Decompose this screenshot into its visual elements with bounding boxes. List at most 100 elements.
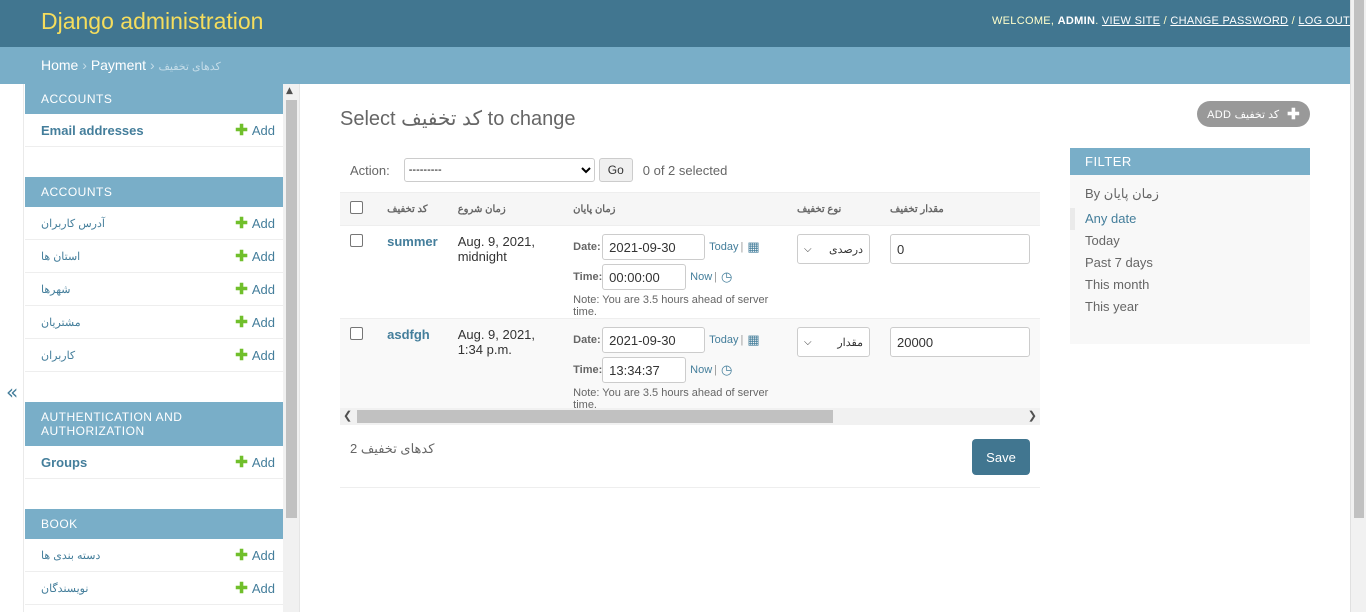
- column-header-type[interactable]: نوع تخفیف: [786, 192, 880, 226]
- model-link-customers[interactable]: مشتریان: [41, 316, 81, 329]
- time-input[interactable]: 13:34:37: [602, 357, 687, 383]
- selection-counter: 0 of 2 selected: [642, 162, 728, 178]
- site-branding[interactable]: Django administration: [41, 8, 263, 35]
- object-link[interactable]: summer: [387, 234, 438, 249]
- model-link-categories[interactable]: دسته بندی ها: [41, 549, 100, 562]
- calendar-icon[interactable]: ▦: [747, 239, 759, 255]
- column-header-amount[interactable]: مقدار تخفیف: [879, 192, 1040, 226]
- start-datetime: Aug. 9, 2021, midnight: [457, 234, 536, 264]
- object-link[interactable]: asdfgh: [387, 327, 430, 342]
- table-hscrollbar[interactable]: ❮ ❯: [340, 408, 1040, 425]
- column-header-start[interactable]: زمان شروع: [447, 192, 564, 226]
- breadcrumb-home[interactable]: Home: [41, 57, 78, 73]
- clock-icon[interactable]: ◷: [721, 269, 732, 285]
- scroll-up-icon[interactable]: ▲: [286, 86, 293, 96]
- nav-sidebar-toggle[interactable]: «: [0, 84, 24, 612]
- sidebar-scroll-thumb[interactable]: [286, 100, 297, 518]
- user-tools-sep: /: [1163, 15, 1167, 27]
- module-caption[interactable]: BOOK: [25, 509, 283, 539]
- add-link[interactable]: ✚ Add: [235, 453, 275, 471]
- now-link[interactable]: Now: [690, 271, 712, 283]
- sidebar-scrollbar[interactable]: ▲: [283, 84, 300, 612]
- add-label: Add: [251, 455, 275, 470]
- add-label: Add: [251, 348, 275, 363]
- date-input[interactable]: 2021-09-30: [602, 234, 706, 260]
- row-select-cell: [340, 225, 378, 319]
- now-link[interactable]: Now: [690, 364, 712, 376]
- action-select[interactable]: ---------: [403, 158, 595, 182]
- column-header-end[interactable]: زمان پایان: [563, 192, 787, 226]
- add-link[interactable]: ✚ Add: [235, 313, 275, 331]
- collapse-icon[interactable]: «: [6, 380, 18, 404]
- model-link-groups[interactable]: Groups: [41, 455, 87, 470]
- scroll-right-icon[interactable]: ❯: [1028, 409, 1037, 422]
- log-out-link[interactable]: LOG OUT: [1298, 15, 1350, 27]
- amount-input[interactable]: 0: [889, 234, 1030, 264]
- amount-cell: 0: [879, 225, 1040, 319]
- type-select[interactable]: مقدار ⌵: [796, 327, 870, 357]
- today-link[interactable]: Today: [709, 334, 738, 346]
- results-table: کد تخفیف زمان شروع زمان پایان نوع تخفیف …: [340, 192, 1040, 408]
- go-button[interactable]: Go: [598, 158, 633, 182]
- calendar-icon[interactable]: ▦: [747, 332, 759, 348]
- breadcrumb: Home › Payment › کدهای تخفیف: [0, 47, 1350, 84]
- model-row: شهرها ✚ Add: [25, 273, 283, 306]
- column-header-code[interactable]: کد تخفیف: [377, 192, 448, 226]
- amount-input[interactable]: 20000: [889, 327, 1030, 357]
- plus-icon: ✚: [1287, 106, 1300, 123]
- filter-option-any-date[interactable]: Any date: [1070, 208, 1310, 230]
- header: Django administration WELCOME, ADMIN. VI…: [0, 0, 1350, 47]
- add-object-button[interactable]: ADD کد تخفیف ✚: [1197, 101, 1310, 127]
- add-link[interactable]: ✚ Add: [235, 214, 275, 232]
- today-link[interactable]: Today: [709, 241, 738, 253]
- type-select[interactable]: درصدی ⌵: [796, 234, 870, 264]
- breadcrumb-current: کدهای تخفیف: [158, 61, 221, 73]
- page-scrollbar[interactable]: [1350, 0, 1366, 612]
- row-checkbox[interactable]: [350, 327, 363, 340]
- save-button[interactable]: Save: [972, 439, 1030, 475]
- add-link[interactable]: ✚ Add: [235, 280, 275, 298]
- chevron-down-icon: ⌵: [803, 243, 812, 255]
- nav-sidebar: ACCOUNTS Email addresses ✚ Add ACCOUNTS آ…: [25, 84, 283, 612]
- module-caption[interactable]: ACCOUNTS: [25, 177, 283, 207]
- model-link-cities[interactable]: شهرها: [41, 283, 71, 296]
- type-value: مقدار: [837, 336, 863, 349]
- page-scroll-thumb[interactable]: [1354, 0, 1364, 518]
- pipe-sep: |: [714, 364, 718, 376]
- add-link[interactable]: ✚ Add: [235, 247, 275, 265]
- add-link[interactable]: ✚ Add: [235, 546, 275, 564]
- add-label: Add: [251, 123, 275, 138]
- filter-option-this-year[interactable]: This year: [1070, 296, 1310, 318]
- filter-option-past-7-days[interactable]: Past 7 days: [1070, 252, 1310, 274]
- filter-title: FILTER: [1070, 148, 1310, 175]
- row-checkbox[interactable]: [350, 234, 363, 247]
- date-input[interactable]: 2021-09-30: [602, 327, 706, 353]
- plus-icon: ✚: [235, 215, 248, 232]
- time-input[interactable]: 00:00:00: [602, 264, 687, 290]
- add-link[interactable]: ✚ Add: [235, 346, 275, 364]
- breadcrumb-app[interactable]: Payment: [91, 57, 146, 73]
- add-label: Add: [251, 249, 275, 264]
- model-link-provinces[interactable]: استان ها: [41, 250, 80, 263]
- module-caption[interactable]: AUTHENTICATION AND AUTHORIZATION: [25, 402, 283, 446]
- filter-option-this-month[interactable]: This month: [1070, 274, 1310, 296]
- model-link-users[interactable]: کاربران: [41, 349, 75, 362]
- clock-icon[interactable]: ◷: [721, 362, 732, 378]
- add-link[interactable]: ✚ Add: [235, 121, 275, 139]
- module-caption[interactable]: ACCOUNTS: [25, 84, 283, 114]
- select-all-checkbox[interactable]: [350, 201, 363, 214]
- model-link-authors[interactable]: نویسندگان: [41, 582, 88, 595]
- scroll-left-icon[interactable]: ❮: [343, 409, 352, 422]
- amount-cell: 20000: [879, 318, 1040, 408]
- filter-option-today[interactable]: Today: [1070, 230, 1310, 252]
- user-tools-sep: /: [1291, 15, 1296, 27]
- model-link-user-addresses[interactable]: آدرس کاربران: [41, 217, 105, 230]
- hscroll-thumb[interactable]: [357, 410, 833, 423]
- view-site-link[interactable]: VIEW SITE: [1102, 15, 1160, 27]
- plus-icon: ✚: [235, 580, 248, 597]
- plus-icon: ✚: [235, 547, 248, 564]
- add-link[interactable]: ✚ Add: [235, 579, 275, 597]
- model-link-email-addresses[interactable]: Email addresses: [41, 123, 144, 138]
- pipe-sep: |: [714, 271, 718, 283]
- change-password-link[interactable]: CHANGE PASSWORD: [1170, 15, 1288, 27]
